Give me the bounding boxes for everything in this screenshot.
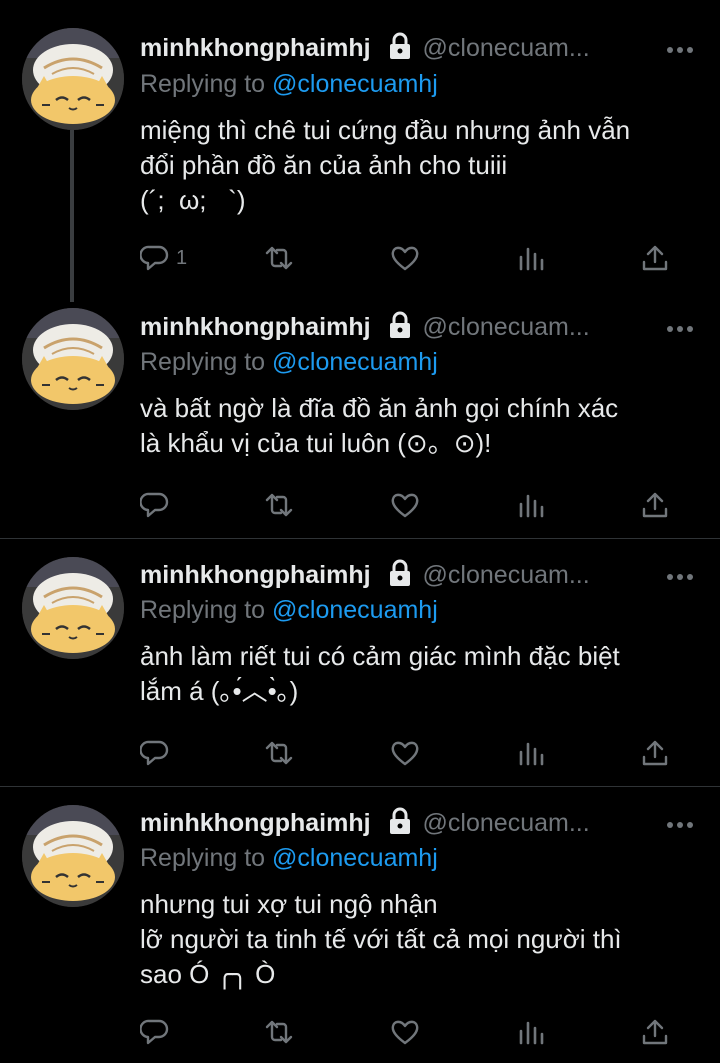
more-icon[interactable] [666,321,694,332]
reply-icon [140,740,169,766]
retweet-button[interactable] [264,1015,294,1049]
retweet-icon [265,246,293,270]
display-name[interactable]: minhkhongphaimhj [140,809,371,838]
share-button[interactable] [640,736,670,770]
replying-to: Replying to @clonecuamhj [140,70,438,99]
reply-icon [140,1019,169,1045]
mention-link[interactable]: @clonecuamhj [272,70,438,98]
replying-prefix: Replying to [140,348,266,376]
share-icon [642,740,668,766]
like-icon [391,741,419,766]
tweet-2[interactable]: minhkhongphaimhj @clonecuam... Replying … [0,290,720,538]
tweet-text: và bất ngờ là đĩa đồ ăn ảnh gọi chính xá… [140,393,619,458]
action-bar: 1 [140,241,690,275]
display-name[interactable]: minhkhongphaimhj [140,561,371,590]
user-handle[interactable]: @clonecuam... [423,34,590,63]
avatar[interactable] [22,557,124,659]
more-icon[interactable] [666,569,694,580]
retweet-icon [265,1020,293,1044]
like-button[interactable] [390,241,420,275]
lock-icon [387,807,413,840]
user-handle[interactable]: @clonecuam... [423,561,590,590]
action-bar [140,1015,690,1049]
share-icon [642,1019,668,1045]
like-icon [391,246,419,271]
action-bar [140,488,690,522]
replying-prefix: Replying to [140,844,266,872]
replying-to: Replying to @clonecuamhj [140,348,438,377]
retweet-button[interactable] [264,736,294,770]
display-name[interactable]: minhkhongphaimhj [140,34,371,63]
like-icon [391,493,419,518]
retweet-button[interactable] [264,488,294,522]
like-button[interactable] [390,1015,420,1049]
lock-icon [387,559,413,592]
share-button[interactable] [640,241,670,275]
share-button[interactable] [640,488,670,522]
like-button[interactable] [390,736,420,770]
like-icon [391,1020,419,1045]
retweet-icon [265,741,293,765]
user-handle[interactable]: @clonecuam... [423,809,590,838]
tweet-header: minhkhongphaimhj @clonecuam... [140,805,680,841]
reply-icon [140,245,169,271]
avatar[interactable] [22,28,124,130]
tweet-3[interactable]: minhkhongphaimhj @clonecuam... Replying … [0,539,720,786]
views-button[interactable] [516,241,546,275]
avatar[interactable] [22,805,124,907]
tweet-1[interactable]: minhkhongphaimhj @clonecuam... Replying … [0,0,720,290]
replying-to: Replying to @clonecuamhj [140,844,438,873]
replying-to: Replying to @clonecuamhj [140,596,438,625]
mention-link[interactable]: @clonecuamhj [272,596,438,624]
like-button[interactable] [390,488,420,522]
views-icon [519,247,544,271]
views-button[interactable] [516,736,546,770]
tweet-header: minhkhongphaimhj @clonecuam... [140,309,680,345]
replying-prefix: Replying to [140,596,266,624]
avatar-image [22,28,124,130]
retweet-icon [265,493,293,517]
display-name[interactable]: minhkhongphaimhj [140,313,371,342]
views-icon [519,1021,544,1045]
lock-icon [387,311,413,344]
tweet-text: nhưng tui xợ tui ngộ nhận lỡ người ta ti… [140,889,622,989]
share-button[interactable] [640,1015,670,1049]
views-icon [519,494,544,518]
avatar-image [22,557,124,659]
reply-button[interactable]: 1 [140,241,187,275]
tweet-text: ảnh làm riết tui có cảm giác mình đặc bi… [140,641,620,706]
share-icon [642,245,668,271]
avatar-image [22,308,124,410]
tweet-4[interactable]: minhkhongphaimhj @clonecuam... Replying … [0,787,720,1063]
user-handle[interactable]: @clonecuam... [423,313,590,342]
retweet-button[interactable] [264,241,294,275]
reply-button[interactable] [140,1015,176,1049]
reply-button[interactable] [140,488,176,522]
views-icon [519,742,544,766]
avatar[interactable] [22,308,124,410]
replying-prefix: Replying to [140,70,266,98]
reply-button[interactable] [140,736,176,770]
tweet-header: minhkhongphaimhj @clonecuam... [140,557,680,593]
avatar-image [22,805,124,907]
more-icon[interactable] [666,42,694,53]
lock-icon [387,32,413,65]
views-button[interactable] [516,488,546,522]
reply-icon [140,492,169,518]
action-bar [140,736,690,770]
views-button[interactable] [516,1015,546,1049]
tweet-header: minhkhongphaimhj @clonecuam... [140,30,680,66]
more-icon[interactable] [666,817,694,828]
share-icon [642,492,668,518]
mention-link[interactable]: @clonecuamhj [272,348,438,376]
tweet-text: miệng thì chê tui cứng đầu nhưng ảnh vẫn… [140,115,631,215]
mention-link[interactable]: @clonecuamhj [272,844,438,872]
reply-count: 1 [176,246,188,269]
